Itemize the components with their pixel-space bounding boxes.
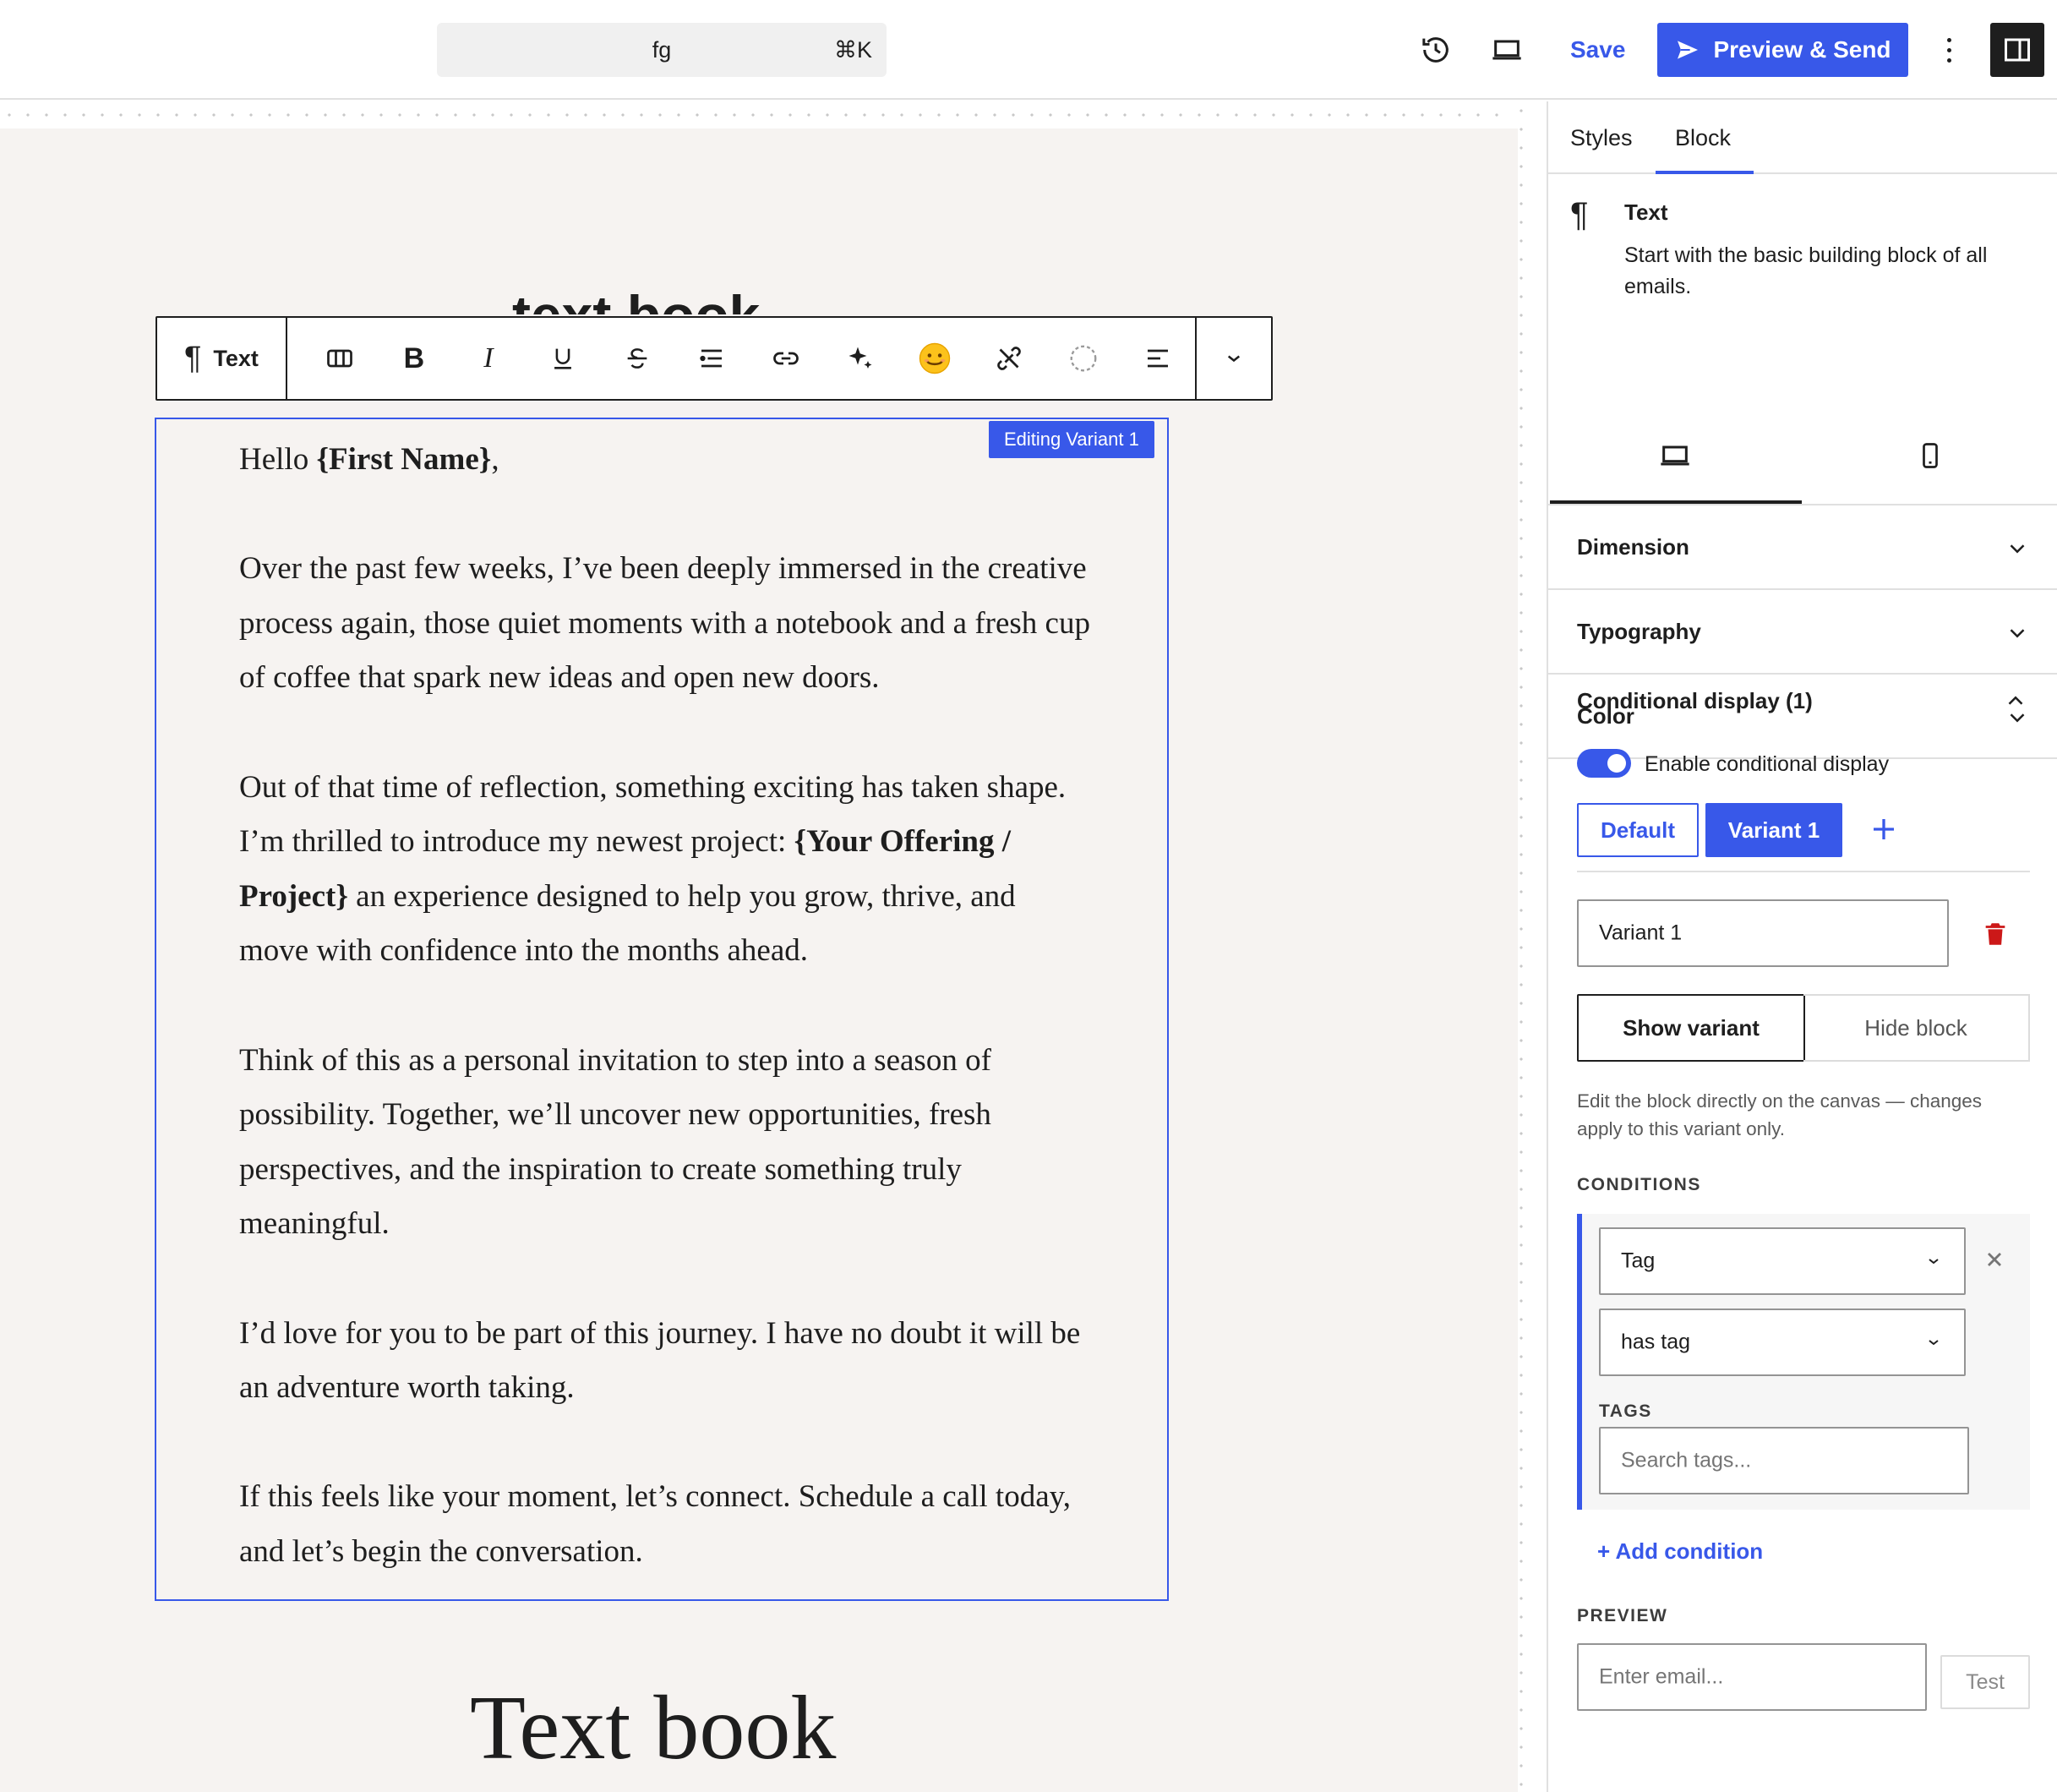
active-tab-indicator <box>1656 171 1754 174</box>
send-icon <box>1678 41 1699 59</box>
chevron-up-icon[interactable] <box>2003 688 2028 713</box>
panel-dimension[interactable]: Dimension <box>1548 505 2057 590</box>
preview-label: PREVIEW <box>1577 1606 1668 1625</box>
circle-dashed-icon[interactable] <box>1046 318 1121 399</box>
panel-color[interactable]: Color <box>1548 675 2057 759</box>
condition-operator-select[interactable]: has tag <box>1599 1308 1966 1376</box>
variant-tab-variant-1[interactable]: Variant 1 <box>1705 803 1842 857</box>
more-vertical-icon[interactable] <box>1940 29 1957 71</box>
mobile-icon[interactable] <box>1803 407 2057 504</box>
show-variant-button[interactable]: Show variant <box>1577 994 1805 1062</box>
canvas-dotted-guide-vertical <box>1518 101 1525 1792</box>
variant-name-value: Variant 1 <box>1599 921 1683 945</box>
block-card-description: Start with the basic building block of a… <box>1624 243 1988 298</box>
test-button[interactable]: Test <box>1940 1655 2030 1709</box>
chevron-down-icon <box>2010 629 2025 638</box>
block-toolbar: ¶ Text B I <box>156 316 1273 401</box>
columns-icon[interactable] <box>303 318 377 399</box>
conditions-label: CONDITIONS <box>1577 1175 1701 1194</box>
divider <box>1577 871 2030 872</box>
variant-name-input[interactable]: Variant 1 <box>1577 899 1949 967</box>
heading-bottom[interactable]: Text book <box>470 1674 836 1784</box>
paragraph-4: Think of this as a personal invitation t… <box>239 1042 991 1242</box>
hide-block-button[interactable]: Hide block <box>1803 994 2030 1062</box>
underline-icon[interactable] <box>526 318 600 399</box>
panel-label: Typography <box>1577 619 1701 644</box>
remove-condition-icon[interactable] <box>1983 1248 2006 1276</box>
command-palette[interactable]: fg ⌘K <box>437 23 887 77</box>
block-card-title: Text <box>1624 199 1668 225</box>
sidebar-tabs: Styles Block <box>1548 101 2057 174</box>
desktop-icon[interactable] <box>1548 407 1802 504</box>
add-condition-button[interactable]: + Add condition <box>1597 1538 1763 1565</box>
paragraph-icon: ¶ <box>1570 196 1589 233</box>
ai-sparkle-icon[interactable] <box>823 318 898 399</box>
align-icon[interactable] <box>1121 318 1195 399</box>
panel-typography[interactable]: Typography <box>1548 590 2057 675</box>
device-tabs <box>1548 407 2057 505</box>
condition-operator-value: has tag <box>1621 1330 1691 1354</box>
chevron-down-icon <box>1929 1340 1939 1346</box>
preview-send-button[interactable]: Preview & Send <box>1657 23 1908 77</box>
history-icon[interactable] <box>1415 29 1457 71</box>
email-body[interactable]: Hello {First Name}, Over the past few we… <box>239 433 1093 1579</box>
sidebar-toggle-icon[interactable] <box>1990 23 2044 77</box>
paragraph-2: Over the past few weeks, I’ve been deepl… <box>239 551 1090 696</box>
variant-tab-default[interactable]: Default <box>1577 803 1699 857</box>
tags-search-input[interactable]: Search tags... <box>1599 1427 1969 1494</box>
settings-sidebar: Styles Block ¶ Text Start with the basic… <box>1547 101 2057 1792</box>
chevron-down-icon[interactable] <box>1194 318 1271 399</box>
preview-send-label: Preview & Send <box>1713 36 1891 63</box>
paragraph-6: If this feels like your moment, let’s co… <box>239 1479 1071 1569</box>
command-shortcut: ⌘K <box>833 37 872 63</box>
paragraph-3: Out of that time of reflection, somethin… <box>239 761 1093 979</box>
conditional-display-toggle[interactable] <box>1577 749 1631 778</box>
emoji-icon[interactable] <box>898 318 972 399</box>
desktop-preview-icon[interactable] <box>1486 29 1528 71</box>
italic-icon[interactable]: I <box>451 318 526 399</box>
unlink-icon[interactable] <box>972 318 1046 399</box>
condition-field-value: Tag <box>1621 1248 1656 1273</box>
conditional-display-title[interactable]: Conditional display (1) <box>1577 688 1813 714</box>
variant-help-text: Edit the block directly on the canvas — … <box>1577 1090 1983 1139</box>
paragraph-5: I’d love for you to be part of this jour… <box>239 1315 1081 1406</box>
tab-styles[interactable]: Styles <box>1570 125 1633 151</box>
canvas-dotted-guide <box>0 112 1513 118</box>
tags-placeholder: Search tags... <box>1621 1448 1752 1472</box>
list-icon[interactable] <box>674 318 749 399</box>
link-icon[interactable] <box>749 318 823 399</box>
command-palette-text: fg <box>652 37 672 63</box>
preview-email-input[interactable]: Enter email... <box>1577 1643 1927 1711</box>
add-variant-icon[interactable] <box>1863 808 1905 850</box>
heading-top[interactable]: text book <box>512 277 760 314</box>
top-toolbar: fg ⌘K Save Preview & Send <box>0 0 2057 100</box>
tab-block[interactable]: Block <box>1675 125 1731 151</box>
active-device-indicator <box>1550 500 1802 504</box>
toggle-label: Enable conditional display <box>1645 752 1890 776</box>
tags-label: TAGS <box>1599 1401 1652 1421</box>
first-name-merge-tag: {First Name} <box>316 442 492 477</box>
block-type-switcher[interactable]: ¶ Text <box>157 318 287 399</box>
chevron-down-icon <box>1929 1259 1939 1265</box>
bold-icon[interactable]: B <box>377 318 451 399</box>
paragraph-3-post: an experience designed to help you grow,… <box>239 878 1016 969</box>
save-button[interactable]: Save <box>1570 36 1625 63</box>
chevron-down-icon <box>2010 544 2025 554</box>
block-type-label: Text <box>213 345 259 371</box>
greeting-punctuation: , <box>491 442 499 477</box>
paragraph-icon: ¶ <box>183 340 202 376</box>
panel-label: Dimension <box>1577 534 1689 560</box>
greeting-text: Hello <box>239 442 317 477</box>
trash-icon[interactable] <box>1981 920 2010 953</box>
greeting-paragraph: Hello {First Name}, <box>239 433 1093 488</box>
strikethrough-icon[interactable] <box>600 318 674 399</box>
condition-field-select[interactable]: Tag <box>1599 1227 1966 1295</box>
email-placeholder: Enter email... <box>1599 1664 1724 1689</box>
